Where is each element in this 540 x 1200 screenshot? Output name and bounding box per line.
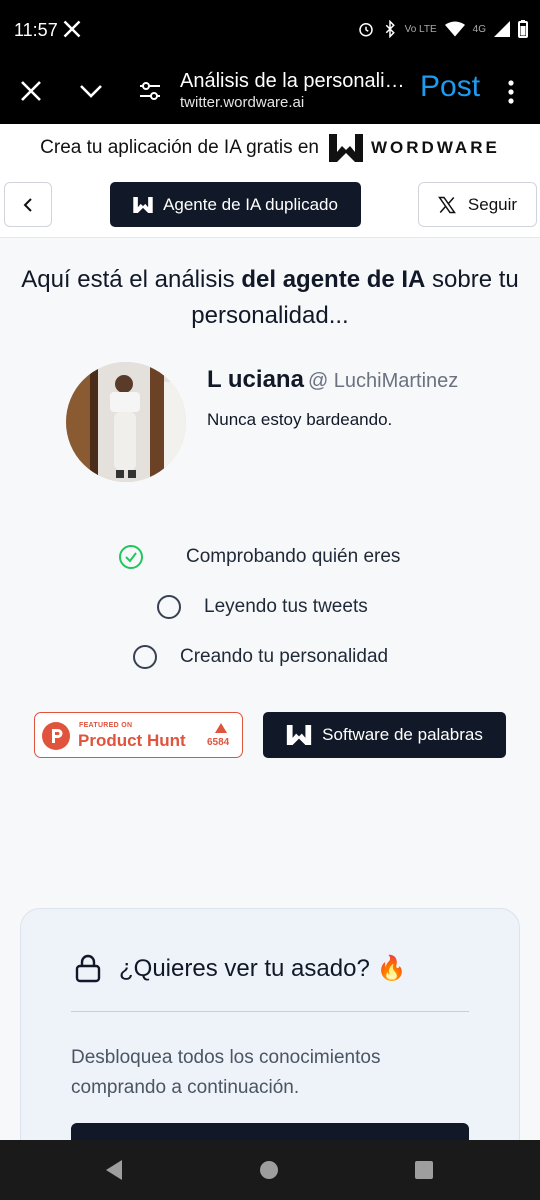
roast-card: ¿Quieres ver tu asado? 🔥 Desbloquea todo…: [20, 908, 520, 1173]
step-checking-identity: Comprobando quién eres: [118, 544, 400, 570]
close-icon[interactable]: [18, 78, 44, 104]
step-label: Creando tu personalidad: [180, 646, 389, 667]
battery-icon: [518, 20, 528, 38]
x-notification-icon: [62, 19, 82, 44]
profile-bio: Nunca estoy bardeando.: [207, 410, 393, 429]
volte-label: Vo LTE: [404, 23, 437, 35]
software-button[interactable]: Software de palabras: [263, 712, 506, 758]
status-icons: Vo LTE 4G: [357, 20, 528, 38]
step-creating-personality: Creando tu personalidad: [132, 644, 388, 670]
chevron-left-icon: [23, 197, 32, 212]
wordware-mark-icon: [329, 134, 363, 162]
status-time: 11:57: [14, 20, 58, 40]
follow-button[interactable]: Seguir: [418, 182, 537, 227]
page-title: Análisis de la personalidad de Luciana: [180, 70, 412, 92]
divider: [71, 1011, 469, 1012]
step-label: Comprobando quién eres: [186, 546, 401, 567]
upvote-triangle-icon: [215, 723, 227, 733]
profile-name: L uciana @ LuchiMartinez: [207, 366, 458, 394]
roast-title-text: ¿Quieres ver tu asado? 🔥: [119, 954, 407, 982]
wordware-brand: WORDWARE: [371, 138, 500, 157]
network-type-label: 4G: [472, 23, 486, 35]
signal-icon: [494, 21, 510, 37]
follow-label: Seguir: [467, 194, 518, 214]
page-url: twitter.wordware.ai: [180, 94, 305, 111]
profile-display-name: L uciana: [207, 366, 304, 393]
product-hunt-featured: FEATURED ON: [79, 722, 133, 729]
nav-back-icon[interactable]: [104, 1159, 124, 1181]
x-logo-icon: [437, 196, 456, 213]
site-settings-icon[interactable]: [138, 77, 162, 105]
step-reading-tweets: Leyendo tus tweets: [156, 594, 368, 620]
lock-icon: [75, 954, 101, 983]
wordware-mark-icon: [133, 196, 153, 213]
wordware-mark-icon: [287, 725, 312, 745]
browser-toolbar: Análisis de la personalidad de Luciana t…: [0, 62, 540, 124]
system-nav-bar: [0, 1140, 540, 1200]
headline-part1: Aquí está el análisis: [21, 266, 242, 293]
back-button[interactable]: [4, 182, 52, 227]
profile-handle[interactable]: @ LuchiMartinez: [308, 370, 458, 392]
wordware-logo: WORDWARE: [329, 134, 500, 162]
duplicate-agent-label: Agente de IA duplicado: [163, 194, 338, 214]
product-hunt-badge[interactable]: FEATURED ON Product Hunt 6584: [34, 712, 243, 758]
step-label: Leyendo tus tweets: [204, 596, 368, 617]
empty-circle-icon: [157, 595, 181, 619]
product-hunt-name: Product Hunt: [78, 731, 186, 750]
chevron-down-icon[interactable]: [77, 78, 105, 104]
duplicate-agent-button[interactable]: Agente de IA duplicado: [110, 182, 361, 227]
roast-description: Desbloquea todos los conocimientos compr…: [71, 1047, 381, 1098]
alarm-icon: [357, 20, 375, 38]
empty-circle-icon: [133, 645, 157, 669]
action-row: Agente de IA duplicado Seguir: [0, 172, 540, 238]
promo-banner[interactable]: Crea tu aplicación de IA gratis en WORDW…: [0, 124, 540, 172]
headline-bold: del agente de IA: [241, 266, 426, 293]
nav-home-icon[interactable]: [260, 1161, 278, 1179]
nav-recents-icon[interactable]: [415, 1161, 433, 1179]
software-label: Software de palabras: [322, 725, 483, 744]
more-menu-icon[interactable]: [504, 78, 518, 106]
wifi-icon: [444, 21, 465, 37]
roast-title: ¿Quieres ver tu asado? 🔥: [73, 953, 406, 983]
headline: Aquí está el análisis del agente de IA s…: [20, 262, 520, 334]
status-bar: 11:57 Vo LTE 4G: [0, 0, 540, 62]
avatar-photo: [66, 362, 186, 482]
avatar: [66, 362, 186, 482]
banner-text: Crea tu aplicación de IA gratis en: [40, 137, 319, 158]
check-circle-icon: [119, 545, 143, 569]
post-button[interactable]: Post: [420, 70, 480, 104]
product-hunt-logo-icon: [42, 722, 70, 750]
product-hunt-count: 6584: [207, 737, 230, 748]
bluetooth-icon: [383, 20, 397, 38]
